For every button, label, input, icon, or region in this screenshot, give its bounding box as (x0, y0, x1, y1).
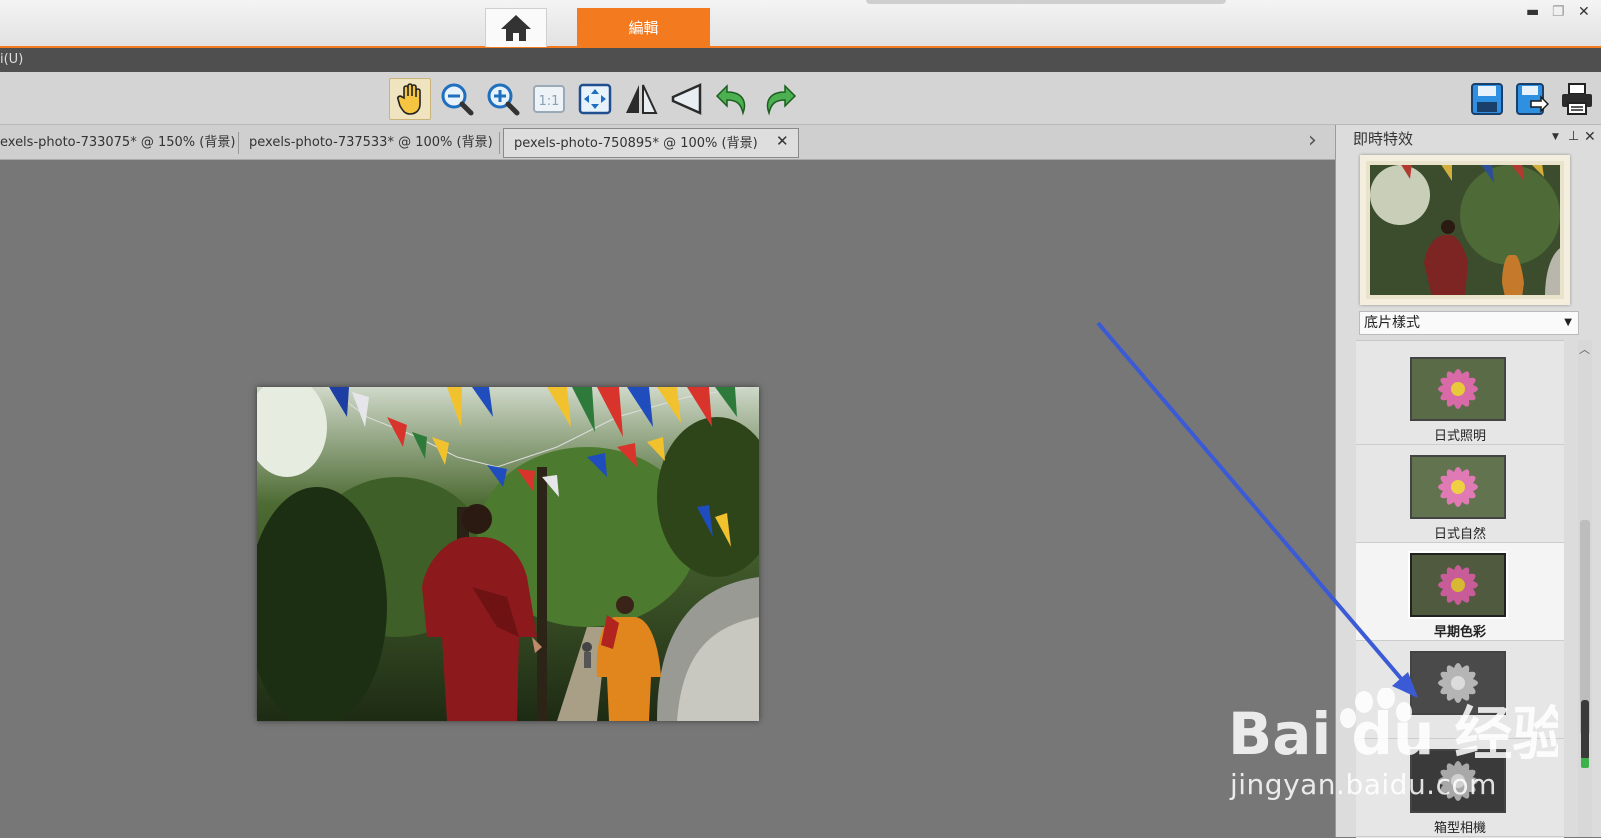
zoom-in-button[interactable] (482, 78, 524, 120)
restore-button[interactable]: ❐ (1552, 4, 1565, 20)
hand-tool-button[interactable] (389, 78, 431, 120)
undo-icon (715, 84, 746, 116)
flip-horizontal-button[interactable] (620, 78, 662, 120)
toolbar (0, 72, 1601, 125)
tab-separator (238, 132, 239, 154)
scroll-indicator (1581, 758, 1589, 768)
effect-thumbnail (1410, 455, 1506, 519)
zoom-in-icon (487, 83, 520, 116)
effect-label: 早期色彩 (1433, 625, 1486, 640)
effect-item-selected[interactable]: 早期色彩 (1356, 543, 1564, 641)
scroll-up-icon[interactable]: ︿ (1579, 341, 1590, 357)
doc-tab[interactable]: pexels-photo-737533* @ 100% (背景) (249, 128, 493, 158)
menu-bar: i(U) (0, 48, 1601, 72)
scrollbar-thumb-active[interactable] (1581, 700, 1589, 760)
canvas-photo[interactable] (257, 387, 759, 721)
perspective-icon (671, 83, 702, 115)
home-icon (501, 15, 531, 41)
close-window-button[interactable]: ✕ (1578, 4, 1590, 20)
chevron-down-icon: ▼ (1564, 317, 1572, 328)
preview-image (1366, 161, 1564, 299)
effect-item[interactable] (1356, 641, 1564, 739)
fit-window-icon (578, 83, 612, 115)
watermark-url: jingyan.baidu.com (1230, 768, 1497, 801)
effect-label: 日式照明 (1433, 429, 1486, 444)
print-button[interactable] (1556, 78, 1598, 120)
photo-image (257, 387, 759, 721)
tab-separator (499, 132, 500, 154)
minimize-button[interactable]: ▬ (1526, 4, 1539, 20)
flip-horizontal-icon (626, 84, 658, 114)
doc-tab-label: pexels-photo-750895* @ 100% (背景) (514, 136, 758, 151)
actual-size-button[interactable]: 1:1 (528, 78, 570, 120)
undo-button[interactable] (712, 78, 754, 120)
title-bar (0, 0, 1601, 48)
dropdown-value: 底片樣式 (1364, 315, 1420, 331)
edit-tab[interactable]: 編輯 (577, 8, 710, 46)
hand-icon (397, 83, 421, 115)
perspective-button[interactable] (666, 78, 708, 120)
effect-preview (1360, 155, 1570, 305)
close-panel-icon[interactable]: ✕ (1584, 129, 1596, 145)
doc-tab[interactable]: exels-photo-733075* @ 150% (背景) (0, 128, 235, 158)
menu-item-partial[interactable]: i(U) (0, 52, 23, 67)
print-icon (1562, 83, 1592, 115)
save-icon (1471, 83, 1503, 115)
zoom-out-icon (441, 83, 474, 116)
window-edge (866, 0, 1226, 4)
save-button[interactable] (1466, 78, 1508, 120)
effect-label: 箱型相機 (1433, 821, 1486, 836)
panel-menu-icon[interactable]: ▼ (1552, 132, 1559, 142)
tab-scroll-right-icon[interactable]: › (1308, 128, 1317, 153)
doc-tab-active[interactable]: pexels-photo-750895* @ 100% (背景) (503, 128, 799, 158)
actual-size-text: 1:1 (539, 94, 560, 109)
panel-title: 即時特效 (1353, 130, 1414, 148)
actual-size-icon: 1:1 (533, 85, 565, 113)
fit-window-button[interactable] (574, 78, 616, 120)
save-as-button[interactable] (1511, 78, 1553, 120)
effect-item[interactable]: 日式自然 (1356, 445, 1564, 543)
effect-item[interactable]: 日式照明 (1356, 347, 1564, 445)
effect-thumbnail (1410, 651, 1506, 715)
save-as-icon (1516, 83, 1549, 115)
effect-thumbnail (1410, 553, 1506, 617)
redo-icon (766, 84, 797, 116)
home-tab[interactable] (485, 8, 547, 47)
effect-label: 日式自然 (1433, 527, 1486, 542)
pin-icon[interactable]: ⊥ (1568, 129, 1579, 144)
close-tab-icon[interactable]: ✕ (776, 132, 789, 150)
effects-list: 日式照明 日式自然 早期色彩 箱型相機 (1356, 340, 1564, 838)
redo-button[interactable] (758, 78, 800, 120)
effect-category-dropdown[interactable]: 底片樣式 ▼ (1359, 311, 1579, 335)
effect-thumbnail (1410, 357, 1506, 421)
zoom-out-button[interactable] (436, 78, 478, 120)
